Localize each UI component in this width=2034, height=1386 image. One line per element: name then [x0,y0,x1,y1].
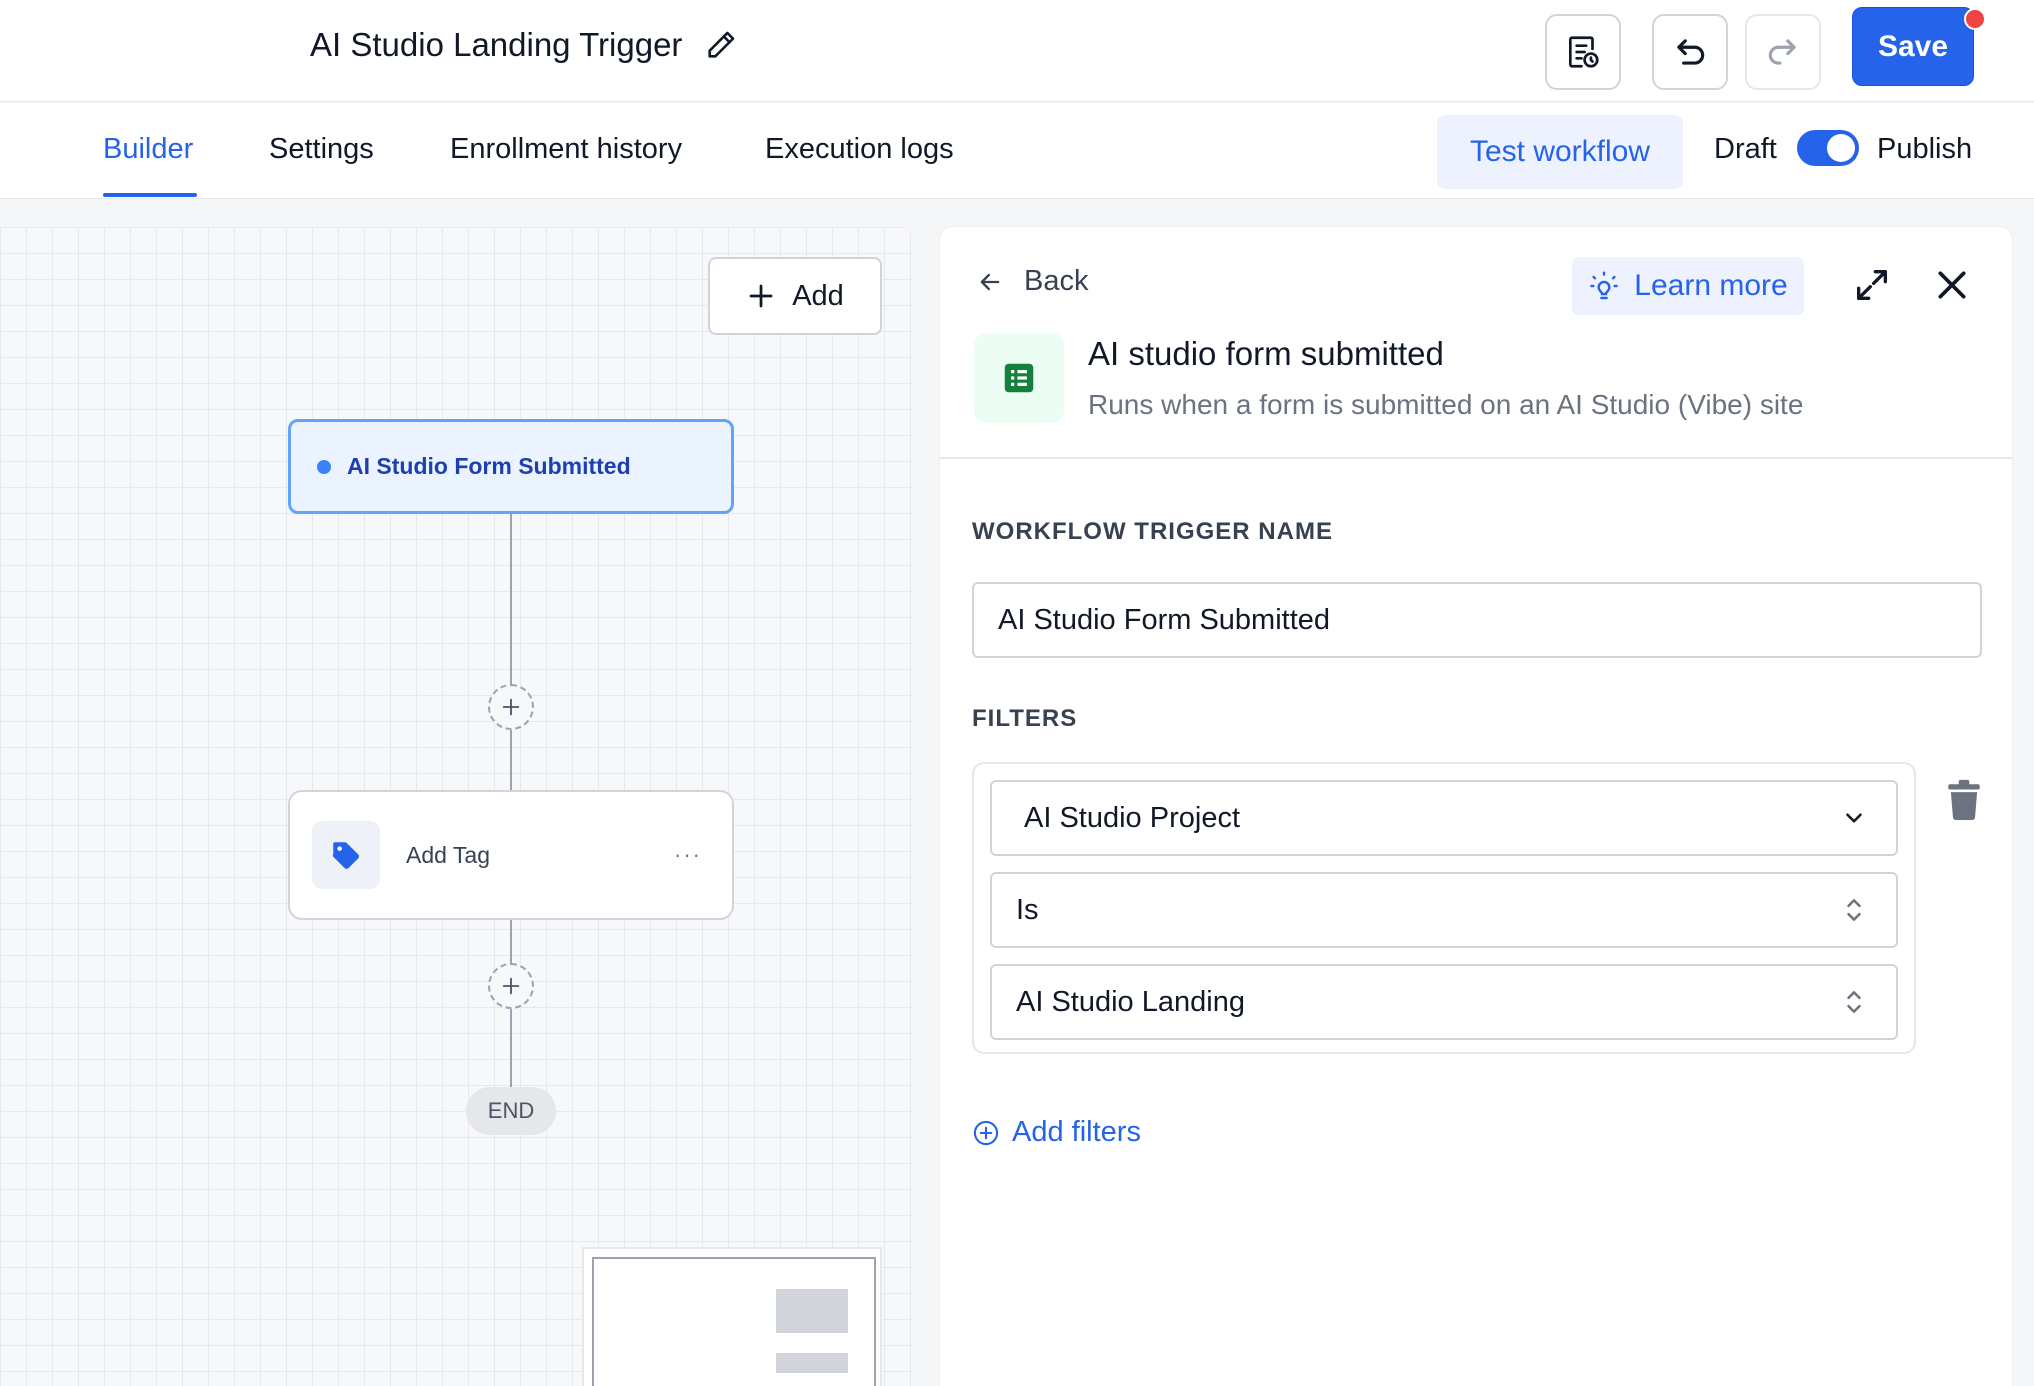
filter-group: AI Studio Project Is AI Studio Landing [972,762,1916,1054]
filter-field-select[interactable]: AI Studio Project [990,780,1898,856]
tab-execution-logs[interactable]: Execution logs [765,133,954,166]
chevron-up-down-icon [1847,899,1861,921]
form-sheet-icon-box [974,333,1064,423]
arrow-left-icon [980,273,1000,290]
edit-pencil-icon[interactable] [704,28,738,62]
tag-icon [332,842,359,869]
connector-line [510,730,512,790]
insert-step-button[interactable] [488,963,534,1009]
minimap-block [776,1353,848,1373]
connector-line [510,514,512,684]
publish-toggle[interactable] [1797,130,1859,166]
save-button[interactable]: Save [1852,7,1974,86]
status-dot [317,459,331,474]
filters-label: FILTERS [972,705,1078,732]
trigger-node-label: AI Studio Form Submitted [347,453,631,479]
filter-operator-select[interactable]: Is [990,872,1898,948]
learn-more-label: Learn more [1634,269,1788,302]
undo-button[interactable] [1652,14,1728,90]
action-node-label: Add Tag [406,841,490,868]
redo-icon [1768,39,1796,65]
add-button-label: Add [792,279,844,312]
top-bar: AI Studio Landing Trigger Save [0,0,2034,102]
workflow-title-group: AI Studio Landing Trigger [310,26,738,64]
add-button[interactable]: Add [708,257,882,335]
learn-more-button[interactable]: Learn more [1572,257,1804,315]
connector-line [510,1009,512,1087]
active-tab-indicator [103,193,197,197]
plus-circle-icon [973,1120,999,1145]
close-icon[interactable] [1932,265,1972,305]
tab-bar: Builder Settings Enrollment history Exec… [0,103,2034,199]
filter-value: AI Studio Landing [1016,985,1245,1018]
minimap[interactable] [582,1247,882,1386]
divider [940,457,2012,459]
back-button[interactable]: Back [976,265,1088,298]
add-filters-button[interactable]: Add filters [972,1116,1141,1149]
notes-button[interactable] [1545,14,1621,90]
undo-icon [1677,39,1705,65]
trash-icon[interactable] [1946,779,1982,821]
expand-icon[interactable] [1852,265,1892,305]
minimap-block [776,1289,848,1333]
trigger-name-label: WORKFLOW TRIGGER NAME [972,518,1333,545]
end-node: END [466,1087,556,1135]
chevron-down-icon [1846,813,1862,823]
workflow-title: AI Studio Landing Trigger [310,26,683,63]
add-filters-label: Add filters [1012,1116,1141,1148]
plus-icon [502,977,520,995]
workflow-canvas[interactable]: Add AI Studio Form Submitted Add Tag ···… [0,227,912,1386]
panel-title: AI studio form submitted [1088,335,1444,372]
publish-label: Publish [1877,133,1973,165]
action-node-add-tag[interactable]: Add Tag ··· [288,790,734,920]
trigger-settings-panel: Back Learn more AI studio form submitted… [940,227,2012,1386]
plus-icon [502,698,520,716]
panel-subtitle: Runs when a form is submitted on an AI S… [1088,389,1804,420]
tab-enrollment-history[interactable]: Enrollment history [450,133,682,166]
filter-field-value: AI Studio Project [1024,801,1240,834]
plus-icon [749,284,773,308]
insert-step-button[interactable] [488,684,534,730]
test-workflow-button[interactable]: Test workflow [1437,115,1683,189]
trigger-name-input[interactable] [972,582,1982,658]
lightbulb-icon [1590,271,1619,300]
back-label: Back [1024,265,1089,297]
more-options-icon[interactable]: ··· [674,842,702,868]
draft-label: Draft [1714,133,1777,165]
form-sheet-icon [1004,363,1034,393]
tag-icon-box [312,821,380,889]
toggle-knob [1827,134,1855,162]
notes-icon [1568,36,1599,68]
filter-operator-value: Is [1016,893,1039,926]
tab-builder[interactable]: Builder [103,133,193,166]
notification-dot [1964,8,1986,30]
minimap-viewport[interactable] [592,1257,876,1386]
tab-settings[interactable]: Settings [269,133,374,166]
trigger-node[interactable]: AI Studio Form Submitted [288,419,734,514]
filter-value-select[interactable]: AI Studio Landing [990,964,1898,1040]
redo-button[interactable] [1745,14,1821,90]
chevron-up-down-icon [1847,991,1861,1013]
